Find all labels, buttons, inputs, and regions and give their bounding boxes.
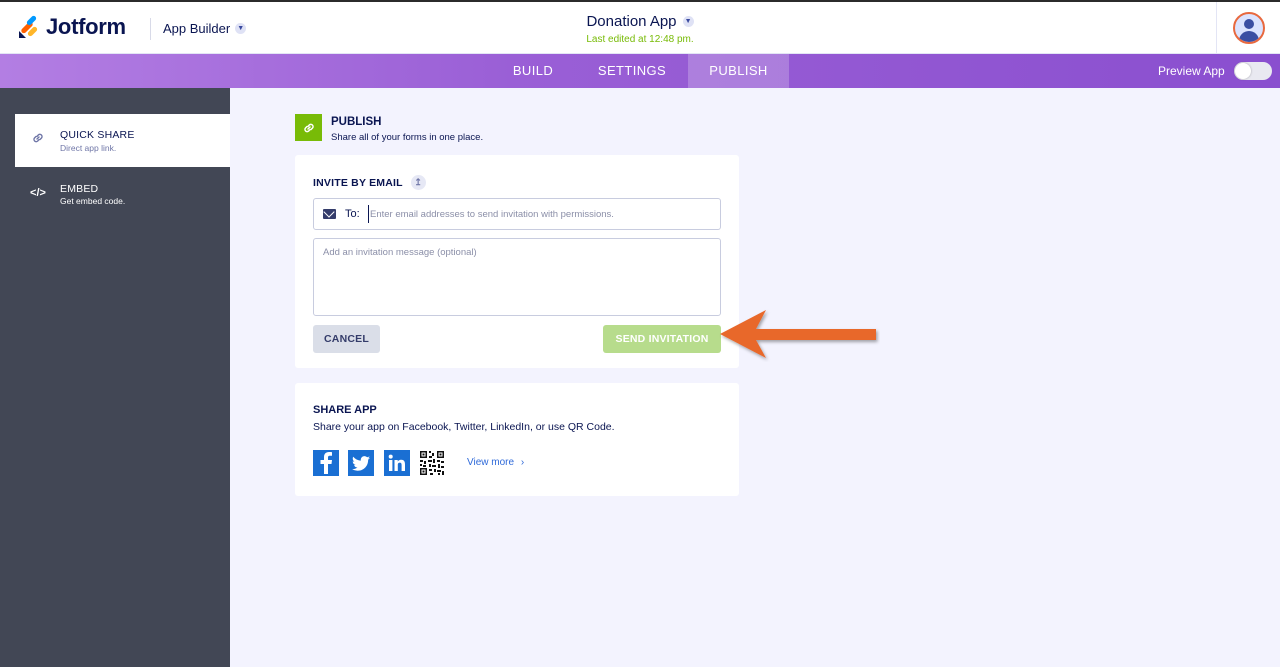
chevron-right-icon: › — [520, 457, 525, 468]
avatar[interactable] — [1232, 12, 1265, 44]
invite-section-header: INVITE BY EMAIL ↥ — [313, 175, 426, 190]
upload-icon[interactable]: ↥ — [410, 175, 426, 190]
publish-link-icon — [295, 114, 322, 141]
preview-app-toggle[interactable] — [1234, 62, 1272, 80]
invite-title: INVITE BY EMAIL — [313, 176, 403, 189]
chevron-down-icon: ▼ — [682, 16, 694, 27]
sidebar-item-label: EMBED — [60, 183, 99, 195]
page-title: PUBLISH — [331, 116, 382, 128]
last-edited-status: Last edited at 12:48 pm. — [586, 34, 694, 45]
envelope-icon — [323, 209, 336, 219]
account-menu[interactable] — [1216, 2, 1280, 54]
code-icon: </> — [30, 187, 46, 199]
page-subtitle: Share all of your forms in one place. — [331, 132, 484, 143]
invitation-message-input[interactable] — [313, 238, 721, 316]
share-title: SHARE APP — [313, 404, 377, 416]
app-title: Donation App — [586, 13, 677, 30]
cancel-button[interactable]: CANCEL — [313, 325, 380, 353]
top-header: Jotform App Builder ▼ Donation App ▼ Las… — [0, 0, 1280, 54]
to-label: To: — [345, 208, 360, 220]
facebook-icon[interactable] — [313, 450, 339, 476]
preview-app-label: Preview App — [1158, 64, 1225, 78]
builder-nav: BUILD SETTINGS PUBLISH Preview App — [0, 54, 1280, 88]
sidebar-item-description: Get embed code. — [60, 196, 126, 206]
sidebar-item-label: QUICK SHARE — [60, 129, 135, 141]
sidebar-item-embed[interactable]: </> EMBED Get embed code. — [15, 168, 230, 221]
send-invitation-button[interactable]: SEND INVITATION — [603, 325, 721, 353]
share-app-card: SHARE APP Share your app on Facebook, Tw… — [295, 383, 739, 496]
linkedin-icon[interactable] — [384, 450, 410, 476]
sidebar-item-quick-share[interactable]: QUICK SHARE Direct app link. — [15, 114, 230, 167]
view-more-label: View more — [467, 457, 515, 468]
tab-publish[interactable]: PUBLISH — [688, 54, 789, 88]
tab-settings[interactable]: SETTINGS — [584, 54, 680, 88]
qr-code-icon[interactable] — [419, 450, 445, 476]
app-title-dropdown[interactable]: Donation App ▼ — [586, 13, 694, 30]
toggle-knob — [1235, 63, 1251, 79]
publish-sidebar: QUICK SHARE Direct app link. </> EMBED G… — [0, 88, 230, 667]
view-more-link[interactable]: View more › — [467, 457, 524, 468]
twitter-icon[interactable] — [348, 450, 374, 476]
tab-build[interactable]: BUILD — [498, 54, 568, 88]
invite-by-email-card: INVITE BY EMAIL ↥ To: CANCEL SEND INVITA… — [295, 155, 739, 368]
email-input[interactable] — [368, 205, 708, 223]
app-title-block: Donation App ▼ Last edited at 12:48 pm. — [0, 13, 1280, 45]
share-description: Share your app on Facebook, Twitter, Lin… — [313, 421, 615, 433]
sidebar-item-description: Direct app link. — [60, 143, 117, 153]
recipient-field[interactable]: To: — [313, 198, 721, 230]
annotation-arrow-icon — [720, 310, 876, 358]
link-icon — [30, 131, 46, 147]
